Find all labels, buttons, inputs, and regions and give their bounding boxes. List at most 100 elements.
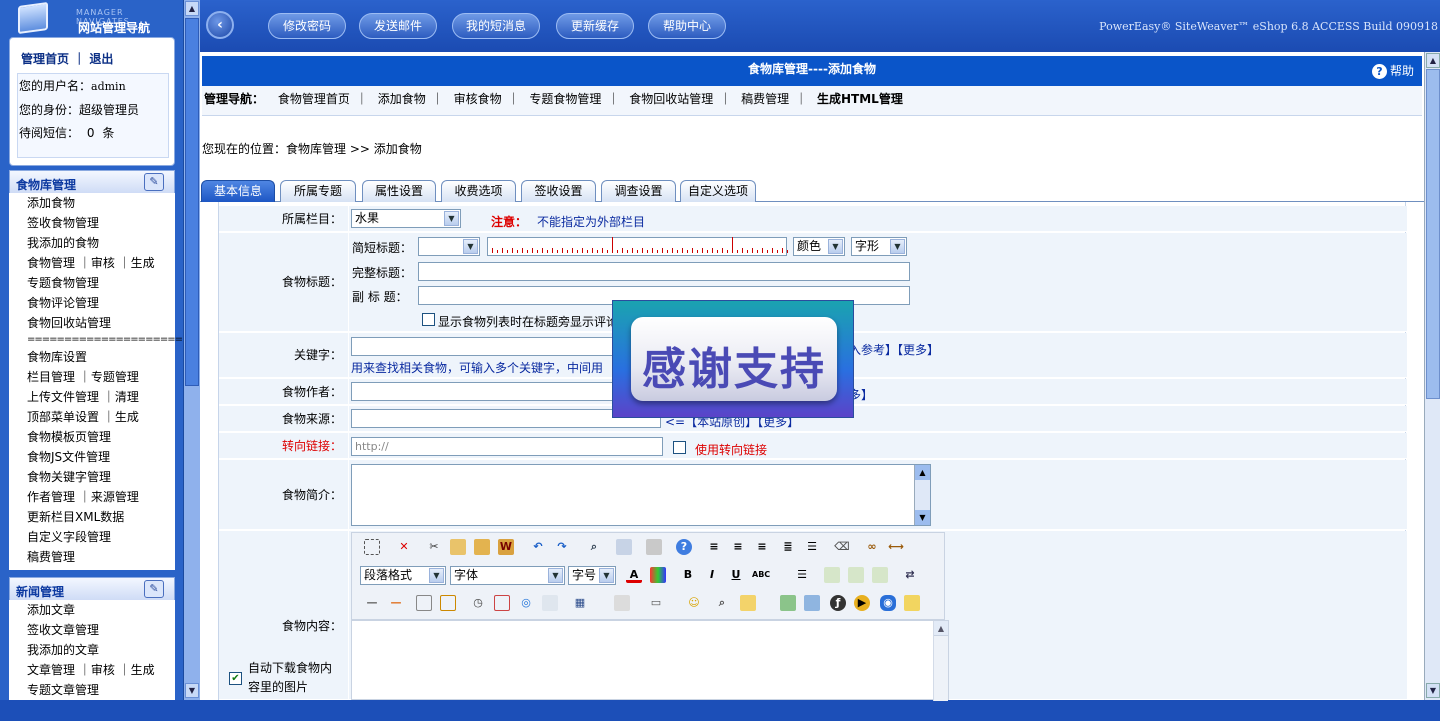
send-mail-button[interactable]: 发送邮件 [359,13,437,39]
paragraph-format-select[interactable]: 段落格式 ▼ [360,566,446,585]
scroll-down-arrow-icon[interactable]: ▼ [1426,683,1440,698]
media-icon[interactable]: ▶ [854,595,870,611]
menu-item[interactable]: 添加文章 [9,600,175,620]
paste-icon[interactable] [474,539,490,555]
copy-icon[interactable] [450,539,466,555]
insert-row-icon[interactable] [824,567,840,583]
category-select[interactable]: 水果 ▼ [351,209,461,228]
tab-charges[interactable]: 收费选项 [441,180,516,202]
menu-item[interactable]: 顶部菜单设置 ｜生成 [9,407,175,427]
cut-icon[interactable]: ✂ [426,539,442,555]
menu-item[interactable]: 食物管理 ｜审核 ｜生成 [9,253,175,273]
menu-item[interactable]: 添加食物 [9,193,175,213]
intro-scrollbar[interactable]: ▲ ▼ [914,465,930,525]
author-input[interactable] [351,382,621,401]
line-icon[interactable]: — [364,595,380,611]
editor-scrollbar[interactable]: ▲ [933,621,948,701]
scroll-thumb[interactable] [185,18,199,386]
attachment-icon[interactable] [904,595,920,611]
menu-item[interactable]: 食物库设置 [9,347,175,367]
background-color-icon[interactable] [650,567,666,583]
paste-word-icon[interactable]: W [498,539,514,555]
help-link[interactable]: ? 帮助 [1371,58,1414,84]
undo-icon[interactable]: ↶ [530,539,546,555]
help-center-button[interactable]: 帮助中心 [648,13,726,39]
image-icon[interactable] [780,595,796,611]
admin-home-link[interactable]: 管理首页 [21,52,69,66]
align-center-icon[interactable]: ≡ [730,539,746,555]
highlight-icon[interactable] [740,595,756,611]
redirect-input[interactable]: http:// [351,437,663,456]
menu-item[interactable]: 自定义字段管理 [9,527,175,547]
page-break-icon[interactable] [416,595,432,611]
scroll-down-arrow-icon[interactable]: ▼ [185,683,199,698]
keyword-links[interactable]: 入参考】【更多】 [849,341,939,358]
autodownload-checkbox[interactable]: ✔ [229,672,242,685]
horizontal-rule-icon[interactable]: ☰ [794,567,810,583]
insert-col-icon[interactable] [848,567,864,583]
field-icon[interactable]: ▭ [648,595,664,611]
full-title-input[interactable] [418,262,910,281]
change-password-button[interactable]: 修改密码 [268,13,346,39]
menu-item[interactable]: 稿费管理 [9,547,175,567]
color-select[interactable]: 颜色 ▼ [793,237,845,256]
menu-item[interactable]: 食物关键字管理 [9,467,175,487]
select-all-icon[interactable] [364,539,380,555]
underline-icon[interactable]: U [728,567,744,583]
tab-basic-info[interactable]: 基本信息 [201,180,275,202]
eraser-icon[interactable]: ⌫ [834,539,850,555]
keyword-input[interactable] [351,337,621,356]
nav-link[interactable]: 食物管理首页 [278,92,350,106]
template-icon[interactable] [542,595,558,611]
section-header-food[interactable]: 食物库管理 ✎ [9,170,175,194]
tab-custom[interactable]: 自定义选项 [680,180,756,202]
menu-item[interactable]: 上传文件管理 ｜清理 [9,387,175,407]
scroll-up-arrow-icon[interactable]: ▲ [1426,53,1440,68]
font-style-select[interactable]: 字形 ▼ [851,237,907,256]
section-header-news[interactable]: 新闻管理 ✎ [9,577,175,601]
menu-item[interactable]: 文章管理 ｜审核 ｜生成 [9,660,175,680]
content-editor[interactable]: ▲ [351,620,949,701]
find-icon[interactable]: ⌕ [586,539,602,555]
nav-link[interactable]: 食物回收站管理 [629,92,713,106]
print-icon[interactable] [646,539,662,555]
link-icon[interactable]: ∞ [864,539,880,555]
menu-item[interactable]: 专题食物管理 [9,273,175,293]
nav-link[interactable]: 专题食物管理 [529,92,601,106]
font-size-select[interactable]: 字号 ▼ [568,566,616,585]
nav-link[interactable]: 稿费管理 [741,92,789,106]
menu-item[interactable]: 食物模板页管理 [9,427,175,447]
emoticon-icon[interactable]: ☺ [686,595,702,611]
clock-icon[interactable]: ◷ [470,595,486,611]
tab-survey[interactable]: 调查设置 [601,180,676,202]
realplayer-icon[interactable]: ◉ [880,595,896,611]
use-redirect-checkbox[interactable] [673,441,686,454]
font-family-select[interactable]: 字体 ▼ [450,566,565,585]
merge-cells-icon[interactable] [872,567,888,583]
update-cache-button[interactable]: 更新缓存 [556,13,634,39]
left-scrollbar[interactable]: ▲ ▼ [183,0,200,700]
italic-icon[interactable]: I [704,567,720,583]
menu-item[interactable]: 我添加的食物 [9,233,175,253]
main-scrollbar[interactable]: ▲ ▼ [1424,52,1440,700]
tab-attributes[interactable]: 属性设置 [362,180,436,202]
tab-topics[interactable]: 所属专题 [280,180,356,202]
short-title-select[interactable]: ▼ [418,237,480,256]
indent-icon[interactable]: ☰ [804,539,820,555]
help-icon[interactable]: ? [676,539,692,555]
redo-icon[interactable]: ↷ [554,539,570,555]
align-justify-icon[interactable]: ≣ [780,539,796,555]
menu-item[interactable]: 食物JS文件管理 [9,447,175,467]
font-color-icon[interactable]: A [626,567,642,583]
menu-item[interactable]: 食物回收站管理 [9,313,175,333]
menu-item[interactable]: 签收文章管理 [9,620,175,640]
delete-icon[interactable]: ✕ [396,539,412,555]
title-length-ruler[interactable] [487,237,788,256]
align-right-icon[interactable]: ≡ [754,539,770,555]
web-icon[interactable]: ◎ [518,595,534,611]
special-char-icon[interactable]: ⇄ [902,567,918,583]
menu-item[interactable]: 专题文章管理 [9,680,175,700]
scroll-thumb[interactable] [1426,69,1440,399]
scroll-down-arrow-icon[interactable]: ▼ [915,510,930,525]
logout-link[interactable]: 退出 [89,52,113,66]
